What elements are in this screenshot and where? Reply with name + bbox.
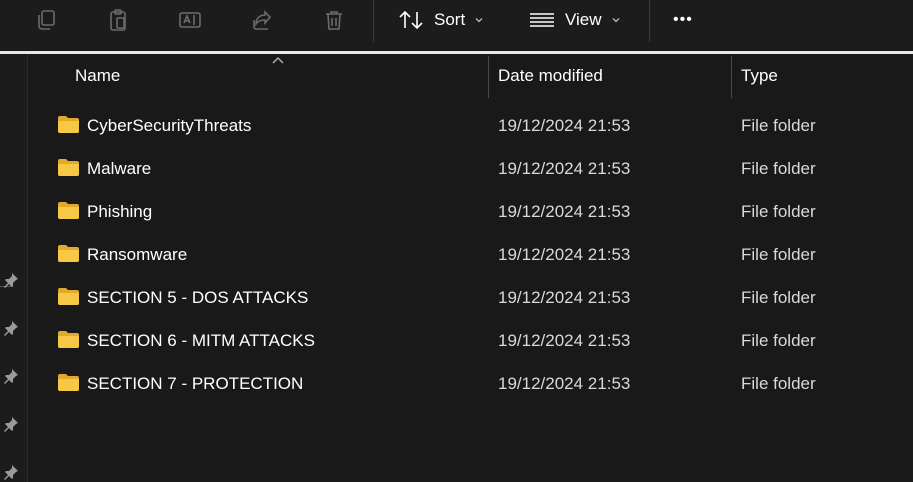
sort-icon — [399, 10, 423, 30]
file-date: 19/12/2024 21:53 — [498, 374, 631, 393]
file-type: File folder — [741, 202, 816, 221]
file-name: CyberSecurityThreats — [87, 116, 252, 135]
column-name-label: Name — [75, 66, 121, 85]
pin-icon[interactable] — [3, 368, 19, 384]
folder-icon — [58, 374, 79, 391]
file-row[interactable]: CyberSecurityThreats 19/12/2024 21:53 Fi… — [28, 105, 913, 148]
file-row[interactable]: Ransomware 19/12/2024 21:53 File folder — [28, 234, 913, 277]
column-header-date[interactable]: Date modified — [488, 54, 730, 98]
toolbar-separator — [373, 0, 374, 42]
copy-icon[interactable] — [32, 6, 60, 34]
file-row[interactable]: SECTION 6 - MITM ATTACKS 19/12/2024 21:5… — [28, 320, 913, 363]
sort-label: Sort — [434, 10, 466, 29]
sort-button[interactable]: Sort — [398, 4, 484, 36]
toolbar-separator — [649, 0, 650, 42]
rename-icon[interactable] — [176, 6, 204, 34]
pin-icon[interactable] — [3, 416, 19, 432]
command-bar: Sort View ••• — [0, 0, 913, 50]
file-name: Ransomware — [87, 245, 188, 264]
file-date: 19/12/2024 21:53 — [498, 159, 631, 178]
pin-icon[interactable] — [3, 320, 19, 336]
file-list: CyberSecurityThreats 19/12/2024 21:53 Fi… — [28, 105, 913, 406]
view-label: View — [565, 10, 602, 29]
paste-icon[interactable] — [104, 6, 132, 34]
file-date: 19/12/2024 21:53 — [498, 245, 631, 264]
pin-icon[interactable] — [3, 464, 19, 480]
file-type: File folder — [741, 245, 816, 264]
folder-icon — [58, 159, 79, 176]
column-header-type[interactable]: Type — [731, 54, 913, 98]
column-header-row: Name Date modified Type — [28, 54, 913, 98]
file-name: SECTION 7 - PROTECTION — [87, 374, 304, 393]
more-icon: ••• — [673, 11, 693, 28]
folder-icon — [58, 288, 79, 305]
file-row[interactable]: SECTION 7 - PROTECTION 19/12/2024 21:53 … — [28, 363, 913, 406]
view-icon — [530, 13, 554, 27]
file-name: SECTION 5 - DOS ATTACKS — [87, 288, 309, 307]
file-date: 19/12/2024 21:53 — [498, 331, 631, 350]
navigation-pane — [0, 54, 27, 482]
column-date-label: Date modified — [498, 66, 603, 85]
delete-icon[interactable] — [320, 6, 348, 34]
more-options-button[interactable]: ••• — [673, 4, 693, 36]
file-type: File folder — [741, 159, 816, 178]
file-row[interactable]: Phishing 19/12/2024 21:53 File folder — [28, 191, 913, 234]
file-name: Phishing — [87, 202, 153, 221]
folder-icon — [58, 331, 79, 348]
file-date: 19/12/2024 21:53 — [498, 202, 631, 221]
folder-icon — [58, 245, 79, 262]
chevron-down-icon — [612, 18, 620, 23]
pin-icon[interactable] — [3, 272, 19, 288]
file-name: Malware — [87, 159, 152, 178]
file-name: SECTION 6 - MITM ATTACKS — [87, 331, 315, 350]
column-header-name[interactable]: Name — [65, 54, 485, 98]
folder-icon — [58, 116, 79, 133]
share-icon[interactable] — [248, 6, 276, 34]
file-type: File folder — [741, 288, 816, 307]
chevron-down-icon — [475, 18, 483, 23]
file-date: 19/12/2024 21:53 — [498, 288, 631, 307]
file-type: File folder — [741, 116, 816, 135]
folder-icon — [58, 202, 79, 219]
file-type: File folder — [741, 374, 816, 393]
view-button[interactable]: View — [529, 4, 621, 36]
file-date: 19/12/2024 21:53 — [498, 116, 631, 135]
file-row[interactable]: Malware 19/12/2024 21:53 File folder — [28, 148, 913, 191]
file-row[interactable]: SECTION 5 - DOS ATTACKS 19/12/2024 21:53… — [28, 277, 913, 320]
column-type-label: Type — [741, 66, 778, 85]
file-type: File folder — [741, 331, 816, 350]
